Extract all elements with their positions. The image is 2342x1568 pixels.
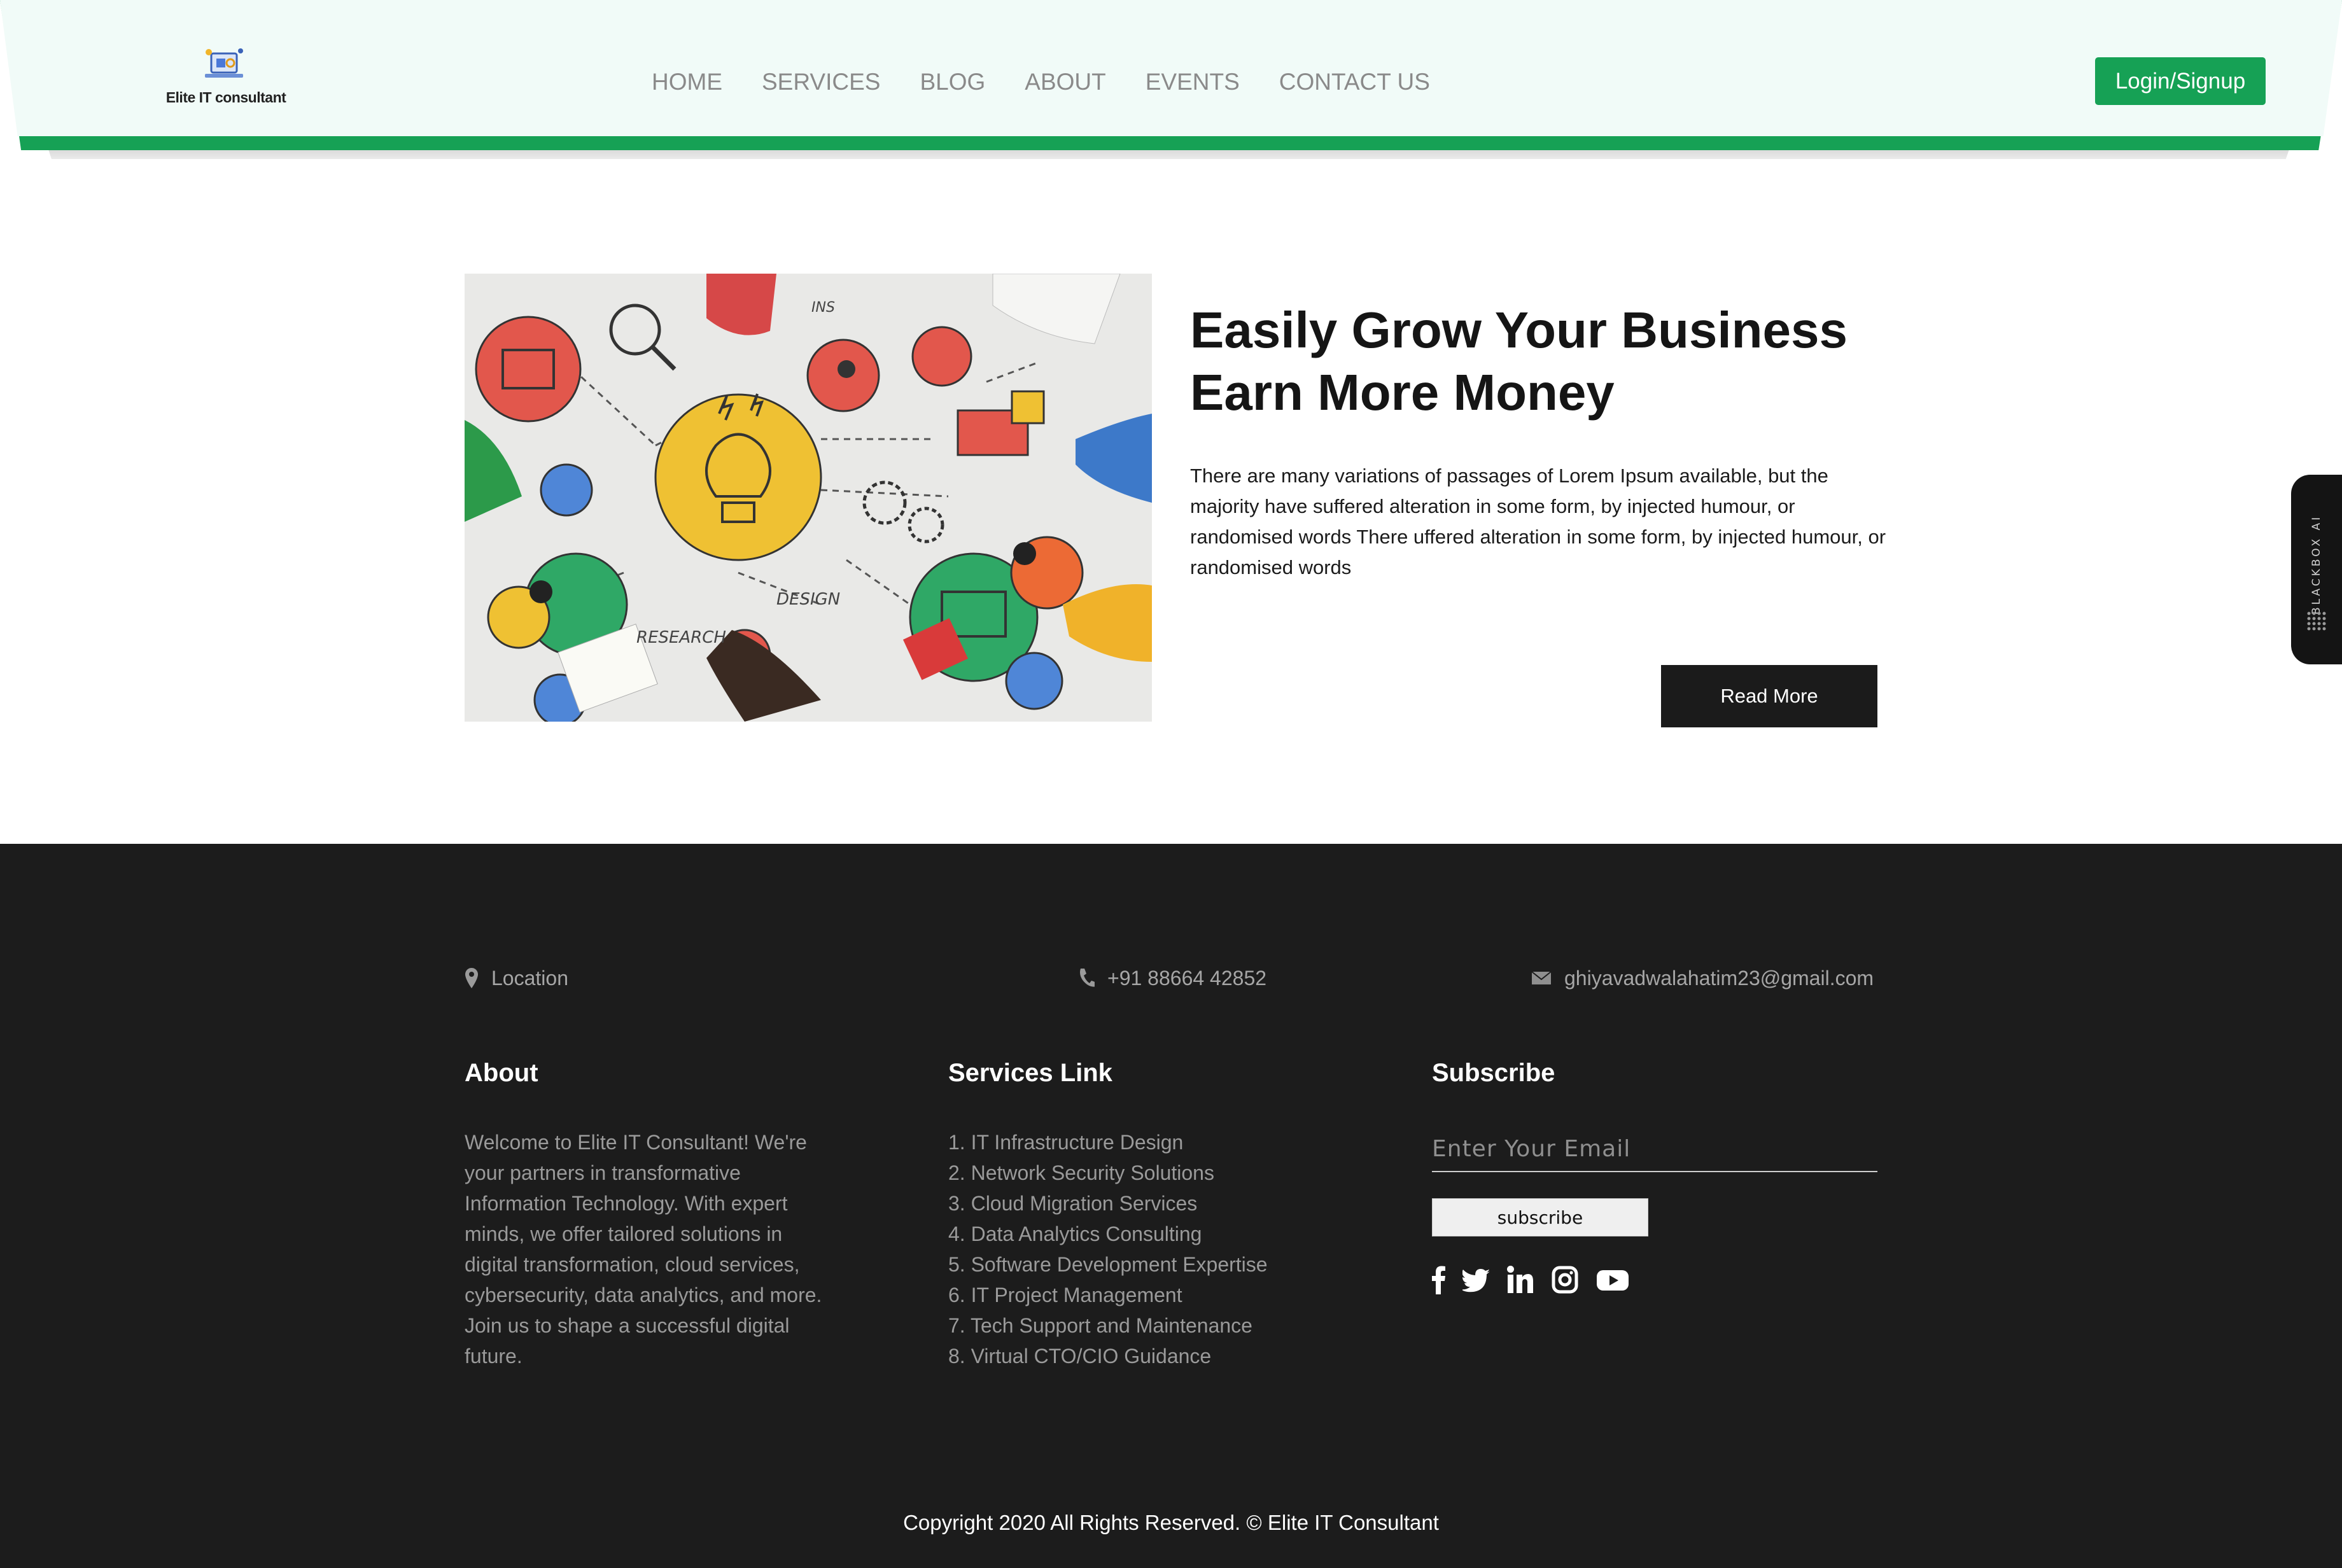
hero-title-line-2: Earn More Money — [1190, 364, 1615, 421]
about-heading: About — [465, 1059, 538, 1087]
services-list-item[interactable]: 4. Data Analytics Consulting — [948, 1219, 1268, 1249]
image-word-ins: INS — [811, 300, 835, 316]
mail-icon — [1531, 971, 1552, 984]
services-heading: Services Link — [948, 1059, 1112, 1087]
contact-location: Location — [465, 962, 568, 994]
image-word-research: RESEARCH — [636, 628, 726, 647]
main-nav: HOME SERVICES BLOG ABOUT EVENTS CONTACT … — [652, 66, 1469, 98]
blackbox-ai-widget[interactable]: BLACKBOX AI — [2291, 475, 2342, 664]
hero-description: There are many variations of passages of… — [1190, 465, 1886, 578]
read-more-button[interactable]: Read More — [1661, 665, 1877, 727]
phone-icon — [1080, 969, 1095, 987]
services-list: 1. IT Infrastructure Design 2. Network S… — [948, 1127, 1268, 1371]
logo-text: Elite IT consultant — [165, 89, 286, 106]
services-list-item[interactable]: 3. Cloud Migration Services — [948, 1188, 1268, 1219]
facebook-icon[interactable] — [1432, 1265, 1446, 1294]
hero-image: DESIGN RESEARCH INS — [465, 274, 1152, 722]
hero-title: Easily Grow Your Business Earn More Mone… — [1190, 299, 1890, 424]
about-text: Welcome to Elite IT Consultant! We're yo… — [465, 1131, 822, 1368]
image-word-design: DESIGN — [776, 590, 840, 609]
instagram-icon[interactable] — [1552, 1265, 1578, 1294]
subscribe-heading: Subscribe — [1432, 1059, 1555, 1087]
hero-title-line-1: Easily Grow Your Business — [1190, 302, 1848, 358]
services-list-item[interactable]: 8. Virtual CTO/CIO Guidance — [948, 1341, 1268, 1371]
nav-home[interactable]: HOME — [652, 66, 722, 98]
services-list-item[interactable]: 7. Tech Support and Maintenance — [948, 1310, 1268, 1341]
nav-contact-us[interactable]: CONTACT US — [1279, 66, 1430, 98]
nav-blog[interactable]: BLOG — [920, 66, 985, 98]
contact-email: ghiyavadwalahatim23@gmail.com — [1531, 962, 1874, 994]
brainstorm-illustration: DESIGN RESEARCH INS — [465, 274, 1152, 722]
location-pin-icon — [465, 968, 478, 988]
services-list-item[interactable]: 6. IT Project Management — [948, 1280, 1268, 1310]
phone-text: +91 88664 42852 — [1107, 966, 1267, 990]
site-header: Elite IT consultant HOME SERVICES BLOG A… — [0, 0, 2342, 165]
email-text[interactable]: ghiyavadwalahatim23@gmail.com — [1564, 967, 1874, 990]
subscribe-email-input[interactable] — [1432, 1126, 1877, 1172]
location-text: Location — [491, 966, 568, 990]
nav-events[interactable]: EVENTS — [1146, 66, 1240, 98]
subscribe-button[interactable]: subscribe — [1432, 1198, 1648, 1236]
blackbox-logo-icon — [2307, 612, 2326, 631]
copyright-text: Copyright 2020 All Rights Reserved. © El… — [903, 1511, 1439, 1534]
linkedin-icon[interactable] — [1507, 1265, 1534, 1294]
login-signup-button[interactable]: Login/Signup — [2095, 57, 2266, 105]
services-list-item[interactable]: 2. Network Security Solutions — [948, 1158, 1268, 1188]
youtube-icon[interactable] — [1596, 1265, 1629, 1294]
twitter-icon[interactable] — [1462, 1265, 1490, 1294]
nav-about[interactable]: ABOUT — [1025, 66, 1105, 98]
services-list-item[interactable]: 5. Software Development Expertise — [948, 1249, 1268, 1280]
nav-services[interactable]: SERVICES — [762, 66, 880, 98]
services-list-item[interactable]: 1. IT Infrastructure Design — [948, 1127, 1268, 1158]
blackbox-ai-label: BLACKBOX AI — [2310, 514, 2323, 615]
contact-phone: +91 88664 42852 — [1078, 962, 1266, 994]
logo-mark-icon — [205, 48, 243, 78]
logo[interactable]: Elite IT consultant — [159, 46, 286, 116]
